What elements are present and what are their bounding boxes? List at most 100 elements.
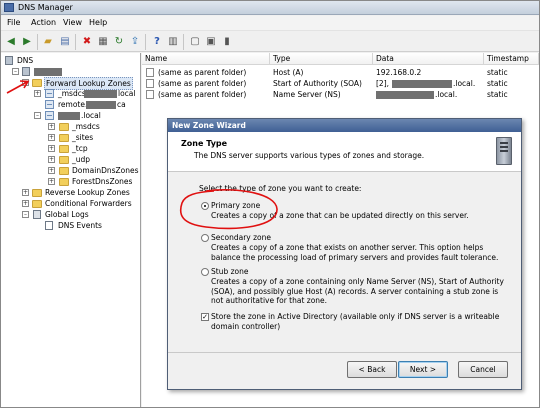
tree-label: _msdcs bbox=[72, 122, 100, 131]
server-icon bbox=[22, 67, 30, 76]
new-record-icon[interactable]: ▢ bbox=[188, 35, 202, 48]
table-row[interactable]: (same as parent folder) Name Server (NS)… bbox=[142, 89, 539, 100]
tree-node-sites[interactable]: + _sites bbox=[1, 132, 141, 143]
tree-node-domaindnszones[interactable]: + DomainDnsZones bbox=[1, 165, 141, 176]
option-label: Secondary zone bbox=[211, 233, 271, 242]
show-hide-tree-icon[interactable]: ▤ bbox=[58, 35, 72, 48]
collapse-toggle[interactable]: – bbox=[12, 68, 19, 75]
column-header-data[interactable]: Data bbox=[373, 53, 484, 65]
column-header-timestamp[interactable]: Timestamp bbox=[484, 53, 539, 65]
menu-file[interactable]: File bbox=[7, 16, 20, 30]
delete-icon[interactable]: ✖ bbox=[80, 35, 94, 48]
back-button[interactable]: < Back bbox=[347, 361, 397, 378]
column-header-name[interactable]: Name bbox=[142, 53, 270, 65]
wizard-header: Zone Type The DNS server supports variou… bbox=[168, 132, 521, 172]
tree-label: _udp bbox=[72, 155, 91, 164]
export-list-icon[interactable]: ⇪ bbox=[128, 35, 142, 48]
tree-node-server[interactable]: – bbox=[1, 66, 141, 77]
dns-icon bbox=[5, 56, 13, 65]
option-primary-zone[interactable]: Primary zone Creates a copy of a zone th… bbox=[201, 201, 516, 223]
collapse-toggle[interactable]: – bbox=[34, 112, 41, 119]
cell-timestamp: static bbox=[487, 68, 508, 77]
expand-toggle[interactable]: + bbox=[22, 189, 29, 196]
properties-icon[interactable]: ▦ bbox=[96, 35, 110, 48]
option-stub-zone[interactable]: Stub zone Creates a copy of a zone conta… bbox=[201, 267, 516, 309]
toolbar-separator bbox=[75, 34, 76, 50]
collapse-toggle[interactable]: – bbox=[22, 79, 29, 86]
tree-label: ForestDnsZones bbox=[72, 177, 133, 186]
menu-bar: File Action View Help bbox=[1, 16, 539, 30]
folder-icon bbox=[59, 156, 69, 164]
tree-label: DNS bbox=[17, 56, 34, 65]
tree-node-reverse-lookup-zones[interactable]: + Reverse Lookup Zones bbox=[1, 187, 141, 198]
option-description: Creates a copy of a zone that can be upd… bbox=[211, 211, 469, 220]
table-row[interactable]: (same as parent folder) Start of Authori… bbox=[142, 78, 539, 89]
back-arrow-icon[interactable]: ◀ bbox=[4, 35, 18, 48]
option-description: Creates a copy of a zone that exists on … bbox=[211, 243, 499, 262]
tree-label: remote. bbox=[58, 100, 88, 109]
expand-toggle[interactable]: + bbox=[48, 167, 55, 174]
cell-type: Host (A) bbox=[273, 68, 304, 77]
redacted-domain bbox=[58, 112, 80, 120]
tree-label: _sites bbox=[72, 133, 94, 142]
new-zone-icon[interactable]: ▣ bbox=[204, 35, 218, 48]
store-in-ad-label: Store the zone in Active Directory (avai… bbox=[211, 312, 500, 331]
view-icon[interactable]: ▥ bbox=[166, 35, 180, 48]
expand-toggle[interactable]: + bbox=[22, 200, 29, 207]
refresh-icon[interactable]: ↻ bbox=[112, 35, 126, 48]
record-icon bbox=[146, 79, 154, 88]
tree-node-local-zone[interactable]: – .local bbox=[1, 110, 141, 121]
toolbar: ◀ ▶ ▰ ▤ ✖ ▦ ↻ ⇪ ? ▥ ▢ ▣ ▮ bbox=[1, 30, 539, 52]
tree-node-dns-events[interactable]: DNS Events bbox=[1, 220, 141, 231]
tree-label-suffix: local bbox=[118, 89, 136, 98]
menu-help[interactable]: Help bbox=[89, 16, 107, 30]
help-icon[interactable]: ? bbox=[150, 35, 164, 48]
server-icon[interactable]: ▮ bbox=[220, 35, 234, 48]
expand-toggle[interactable]: + bbox=[34, 90, 41, 97]
title-bar: DNS Manager bbox=[1, 1, 539, 15]
stub-zone-radio[interactable] bbox=[201, 268, 209, 276]
expand-toggle[interactable]: + bbox=[48, 156, 55, 163]
expand-toggle[interactable]: + bbox=[48, 145, 55, 152]
menu-view[interactable]: View bbox=[63, 16, 82, 30]
forward-arrow-icon[interactable]: ▶ bbox=[20, 35, 34, 48]
cell-name: (same as parent folder) bbox=[158, 79, 247, 88]
tree-node-global-logs[interactable]: – Global Logs bbox=[1, 209, 141, 220]
next-button[interactable]: Next > bbox=[398, 361, 448, 378]
redacted-domain bbox=[86, 101, 116, 109]
folder-icon bbox=[59, 134, 69, 142]
tree-node-msdcs-zone[interactable]: + _msdcs. local bbox=[1, 88, 141, 99]
up-folder-icon[interactable]: ▰ bbox=[41, 35, 55, 48]
cell-type: Start of Authority (SOA) bbox=[273, 79, 362, 88]
tree-node-udp[interactable]: + _udp bbox=[1, 154, 141, 165]
tree-node-sub-msdcs[interactable]: + _msdcs bbox=[1, 121, 141, 132]
record-icon bbox=[146, 68, 154, 77]
primary-zone-radio[interactable] bbox=[201, 202, 209, 210]
folder-icon bbox=[59, 145, 69, 153]
column-header-type[interactable]: Type bbox=[270, 53, 373, 65]
tree-label: Global Logs bbox=[45, 210, 89, 219]
record-icon bbox=[146, 90, 154, 99]
collapse-toggle[interactable]: – bbox=[22, 211, 29, 218]
tree-label: Conditional Forwarders bbox=[45, 199, 132, 208]
secondary-zone-radio[interactable] bbox=[201, 234, 209, 242]
folder-icon bbox=[32, 189, 42, 197]
tree-node-remote-zone[interactable]: remote. ca bbox=[1, 99, 141, 110]
folder-icon bbox=[32, 79, 42, 87]
tree-label-suffix: ca bbox=[117, 100, 126, 109]
cancel-button[interactable]: Cancel bbox=[458, 361, 508, 378]
cell-timestamp: static bbox=[487, 90, 508, 99]
table-row[interactable]: (same as parent folder) Host (A) 192.168… bbox=[142, 67, 539, 78]
expand-toggle[interactable]: + bbox=[48, 178, 55, 185]
tree-node-forward-lookup-zones[interactable]: – Forward Lookup Zones bbox=[1, 77, 141, 90]
tree-node-forestdnszones[interactable]: + ForestDnsZones bbox=[1, 176, 141, 187]
tree-label: Reverse Lookup Zones bbox=[45, 188, 130, 197]
store-in-ad-checkbox[interactable]: ✓ bbox=[201, 313, 209, 321]
expand-toggle[interactable]: + bbox=[48, 123, 55, 130]
expand-toggle[interactable]: + bbox=[48, 134, 55, 141]
tree-node-tcp[interactable]: + _tcp bbox=[1, 143, 141, 154]
tree-node-conditional-forwarders[interactable]: + Conditional Forwarders bbox=[1, 198, 141, 209]
menu-action[interactable]: Action bbox=[31, 16, 56, 30]
zone-icon bbox=[45, 100, 54, 109]
tree-node-dns[interactable]: DNS bbox=[1, 55, 141, 66]
